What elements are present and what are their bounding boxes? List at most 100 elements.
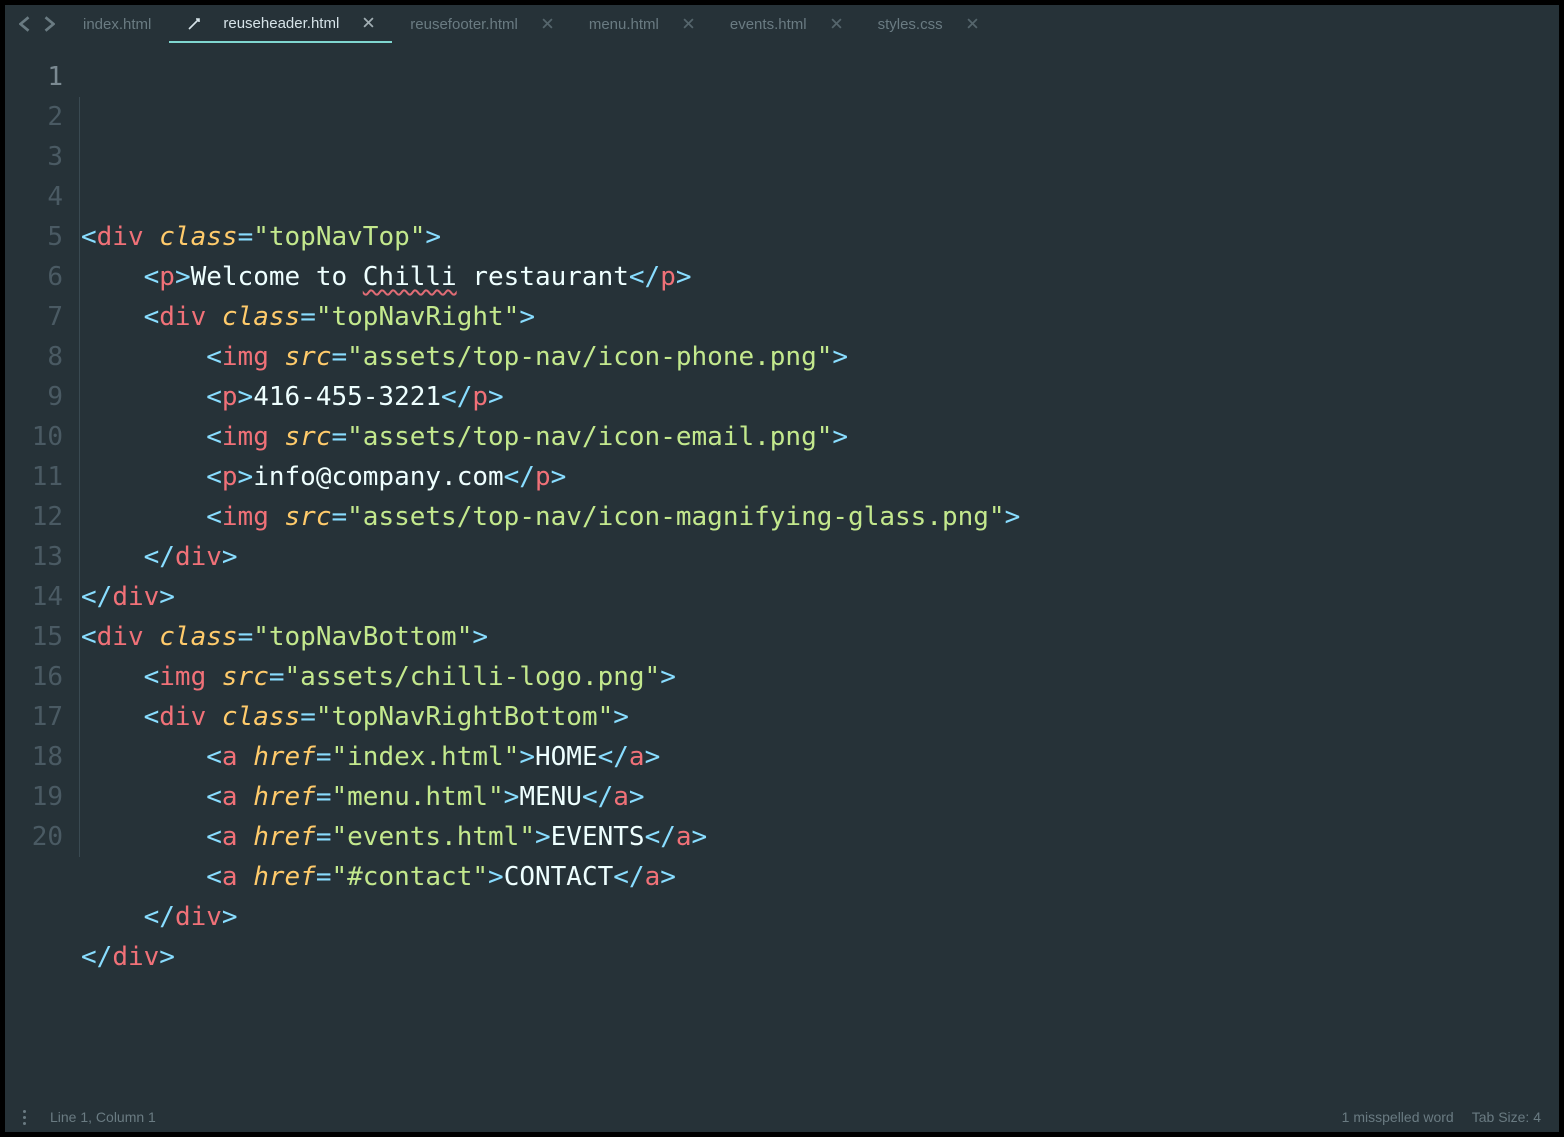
token-txt <box>144 222 160 252</box>
token-txt <box>238 782 254 812</box>
token-pun: > <box>832 422 848 452</box>
token-tag: a <box>222 822 238 852</box>
line-number[interactable]: 4 <box>5 177 63 217</box>
token-pun: > <box>629 782 645 812</box>
close-icon[interactable] <box>967 16 978 33</box>
line-number[interactable]: 13 <box>5 537 63 577</box>
token-txt <box>81 502 206 532</box>
code-line[interactable]: </div> <box>81 937 1559 977</box>
editor-window: index.htmlreuseheader.htmlreusefooter.ht… <box>4 4 1560 1133</box>
line-number[interactable]: 18 <box>5 737 63 777</box>
tab-reuseheader-html[interactable]: reuseheader.html <box>169 5 392 43</box>
token-pun: = <box>238 622 254 652</box>
token-str: "menu.html" <box>331 782 503 812</box>
token-str: "topNavRight" <box>316 302 520 332</box>
token-txt <box>81 422 206 452</box>
token-tag: div <box>97 622 144 652</box>
line-number[interactable]: 12 <box>5 497 63 537</box>
token-txt <box>81 342 206 372</box>
status-cursor-position[interactable]: Line 1, Column 1 <box>50 1109 156 1125</box>
token-tag: p <box>535 462 551 492</box>
line-number[interactable]: 2 <box>5 97 63 137</box>
code-line[interactable]: <p>info@company.com</p> <box>81 457 1559 497</box>
line-number[interactable]: 3 <box>5 137 63 177</box>
token-txt: 416-455-3221 <box>253 382 441 412</box>
nav-back-icon[interactable] <box>19 16 30 32</box>
line-number[interactable]: 5 <box>5 217 63 257</box>
code-line[interactable]: <a href="events.html">EVENTS</a> <box>81 817 1559 857</box>
dirty-indicator-icon <box>187 17 199 29</box>
code-line[interactable]: <a href="index.html">HOME</a> <box>81 737 1559 777</box>
status-spellcheck[interactable]: 1 misspelled word <box>1342 1109 1454 1125</box>
line-number[interactable]: 8 <box>5 337 63 377</box>
tab-events-html[interactable]: events.html <box>712 5 860 43</box>
line-number[interactable]: 20 <box>5 817 63 857</box>
token-pun: < <box>206 382 222 412</box>
line-number[interactable]: 17 <box>5 697 63 737</box>
status-tab-size[interactable]: Tab Size: 4 <box>1472 1109 1541 1125</box>
token-pun: < <box>144 702 160 732</box>
token-tag: a <box>613 782 629 812</box>
token-txt: EVENTS <box>551 822 645 852</box>
token-pun: = <box>238 222 254 252</box>
close-icon[interactable] <box>542 16 553 33</box>
code-line[interactable]: <a href="menu.html">MENU</a> <box>81 777 1559 817</box>
line-number[interactable]: 15 <box>5 617 63 657</box>
code-line[interactable]: </div> <box>81 537 1559 577</box>
code-line[interactable]: <img src="assets/top-nav/icon-phone.png"… <box>81 337 1559 377</box>
code-line[interactable]: <img src="assets/top-nav/icon-email.png"… <box>81 417 1559 457</box>
code-line[interactable]: </div> <box>81 897 1559 937</box>
tab-index-html[interactable]: index.html <box>65 5 169 43</box>
token-txt <box>238 742 254 772</box>
token-pun: </ <box>629 262 660 292</box>
line-gutter[interactable]: 1234567891011121314151617181920 <box>5 43 63 1102</box>
code-line[interactable]: <div class="topNavRightBottom"> <box>81 697 1559 737</box>
token-attr: class <box>159 222 237 252</box>
tab-menu-html[interactable]: menu.html <box>571 5 712 43</box>
code-line[interactable]: <div class="topNavRight"> <box>81 297 1559 337</box>
code-line[interactable]: <img src="assets/chilli-logo.png"> <box>81 657 1559 697</box>
line-number[interactable]: 11 <box>5 457 63 497</box>
token-pun: < <box>206 462 222 492</box>
code-line[interactable]: <div class="topNavBottom"> <box>81 617 1559 657</box>
line-number[interactable]: 6 <box>5 257 63 297</box>
code-line[interactable]: <img src="assets/top-nav/icon-magnifying… <box>81 497 1559 537</box>
token-txt: info@company.com <box>253 462 503 492</box>
nav-forward-icon[interactable] <box>44 16 55 32</box>
token-txt <box>81 382 206 412</box>
line-number[interactable]: 19 <box>5 777 63 817</box>
line-number[interactable]: 1 <box>5 57 63 97</box>
code-line[interactable]: <p>416-455-3221</p> <box>81 377 1559 417</box>
token-pun: = <box>316 822 332 852</box>
line-number[interactable]: 10 <box>5 417 63 457</box>
close-icon[interactable] <box>831 16 842 33</box>
token-pun: > <box>1005 502 1021 532</box>
line-number[interactable]: 7 <box>5 297 63 337</box>
token-attr: href <box>253 742 316 772</box>
status-menu-icon[interactable] <box>23 1110 32 1125</box>
token-pun: > <box>519 302 535 332</box>
code-line[interactable]: <p>Welcome to Chilli restaurant</p> <box>81 257 1559 297</box>
token-attr: class <box>159 622 237 652</box>
close-icon[interactable] <box>363 15 374 32</box>
tab-styles-css[interactable]: styles.css <box>860 5 996 43</box>
code-line[interactable]: <div class="topNavTop"> <box>81 217 1559 257</box>
token-str: "assets/top-nav/icon-email.png" <box>347 422 832 452</box>
token-txt <box>81 542 144 572</box>
code-line[interactable]: <a href="#contact">CONTACT</a> <box>81 857 1559 897</box>
line-number[interactable]: 16 <box>5 657 63 697</box>
token-tag: img <box>222 502 269 532</box>
tab-reusefooter-html[interactable]: reusefooter.html <box>392 5 571 43</box>
tab-label: styles.css <box>878 16 943 33</box>
token-pun: < <box>144 302 160 332</box>
close-icon[interactable] <box>683 16 694 33</box>
token-pun: = <box>331 502 347 532</box>
token-pun: > <box>488 382 504 412</box>
line-number[interactable]: 9 <box>5 377 63 417</box>
code-line[interactable] <box>81 177 1559 217</box>
line-number[interactable]: 14 <box>5 577 63 617</box>
token-pun: = <box>331 422 347 452</box>
token-pun: > <box>175 262 191 292</box>
code-text-area[interactable]: <div class="topNavTop"> <p>Welcome to Ch… <box>63 43 1559 1102</box>
code-line[interactable]: </div> <box>81 577 1559 617</box>
